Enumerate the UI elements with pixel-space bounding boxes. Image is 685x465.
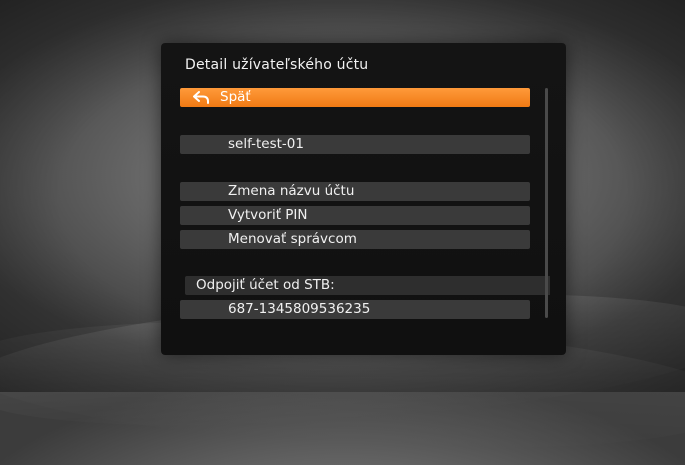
- back-button-label: Späť: [220, 89, 251, 105]
- make-admin-button[interactable]: Menovať správcom: [180, 230, 530, 249]
- stb-id-value: 687-1345809536235: [228, 301, 371, 317]
- rename-account-button[interactable]: Zmena názvu účtu: [180, 182, 530, 201]
- create-pin-button[interactable]: Vytvoriť PIN: [180, 206, 530, 225]
- back-button[interactable]: Späť: [180, 88, 530, 107]
- scrollbar[interactable]: [545, 88, 548, 318]
- account-detail-dialog: Detail užívateľského účtu Späť self-test…: [161, 43, 566, 355]
- account-name-field[interactable]: self-test-01: [180, 135, 530, 154]
- account-name-value: self-test-01: [228, 136, 304, 152]
- menu-item-label: Vytvoriť PIN: [228, 207, 308, 223]
- back-arrow-icon: [193, 91, 209, 104]
- menu-item-label: Zmena názvu účtu: [228, 183, 355, 199]
- menu-item-label: Menovať správcom: [228, 231, 357, 247]
- dialog-title: Detail užívateľského účtu: [185, 57, 369, 73]
- stb-device-item[interactable]: 687-1345809536235: [180, 300, 530, 319]
- stb-section-label: Odpojiť účet od STB:: [185, 276, 550, 295]
